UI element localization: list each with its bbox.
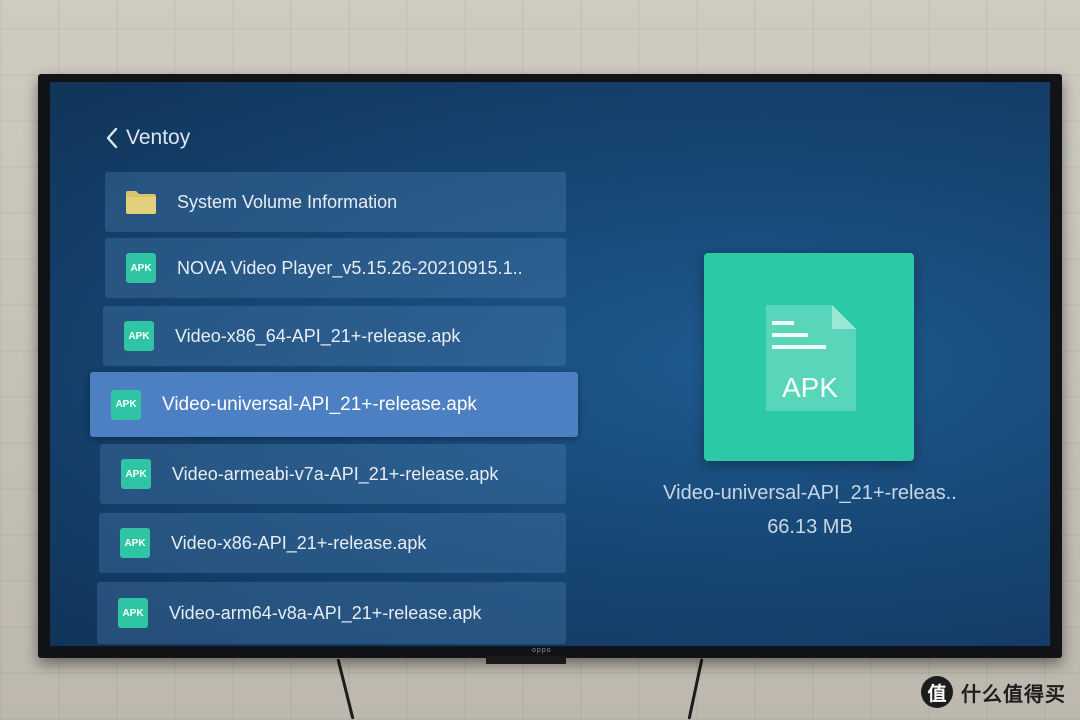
back-nav-label: Ventoy — [126, 126, 191, 149]
chevron-left-icon — [106, 127, 118, 149]
back-nav[interactable]: Ventoy — [106, 126, 190, 150]
file-item-video-x86-64[interactable]: APK Video-x86_64-API_21+-release.apk — [103, 306, 566, 366]
apk-badge: APK — [121, 459, 151, 489]
file-name: Video-universal-API_21+-release.apk — [162, 393, 477, 415]
watermark-logo-icon: 值 — [921, 676, 953, 708]
file-item-video-armeabi-v7a[interactable]: APK Video-armeabi-v7a-API_21+-release.ap… — [100, 444, 566, 504]
apk-badge: APK — [111, 389, 141, 420]
file-name: System Volume Information — [177, 191, 398, 212]
tv-frame: Ventoy System Volume Information APK NOV… — [38, 74, 1062, 658]
tv-stand — [486, 656, 566, 664]
file-name: NOVA Video Player_v5.15.26-20210915.1.. — [177, 257, 523, 278]
preview-icon-label: APK — [782, 372, 838, 403]
site-watermark: 值 什么值得买 — [921, 676, 1066, 708]
apk-badge: APK — [120, 528, 150, 558]
file-name: Video-x86-API_21+-release.apk — [171, 532, 427, 553]
file-item-video-arm64-v8a[interactable]: APK Video-arm64-v8a-API_21+-release.apk — [97, 582, 566, 644]
watermark-text: 什么值得买 — [961, 683, 1066, 706]
preview-file-size: 66.13 MB — [767, 516, 853, 538]
apk-file-icon: APK — [123, 321, 155, 351]
file-name: Video-arm64-v8a-API_21+-release.apk — [169, 602, 482, 623]
file-name: Video-x86_64-API_21+-release.apk — [175, 325, 461, 346]
apk-preview-tile: APK — [704, 253, 914, 461]
file-item-video-x86[interactable]: APK Video-x86-API_21+-release.apk — [99, 513, 566, 573]
apk-file-icon: APK — [120, 459, 152, 489]
tv-brand-logo: oppo — [532, 647, 552, 654]
apk-badge: APK — [124, 321, 154, 351]
tv-screen: Ventoy System Volume Information APK NOV… — [50, 82, 1050, 646]
apk-badge: APK — [126, 253, 156, 283]
file-item-video-universal[interactable]: APK Video-universal-API_21+-release.apk — [90, 372, 578, 437]
apk-file-icon: APK — [119, 528, 151, 558]
apk-file-icon: APK — [125, 253, 157, 283]
folder-icon — [125, 187, 157, 217]
file-item-system-volume-information[interactable]: System Volume Information — [105, 172, 566, 232]
apk-document-icon: APK — [766, 305, 856, 411]
apk-file-icon: APK — [110, 389, 142, 420]
apk-badge: APK — [118, 598, 148, 628]
apk-file-icon: APK — [117, 598, 149, 628]
preview-file-name: Video-universal-API_21+-releas.. — [663, 482, 957, 504]
file-name: Video-armeabi-v7a-API_21+-release.apk — [172, 463, 499, 484]
file-item-nova-video-player[interactable]: APK NOVA Video Player_v5.15.26-20210915.… — [105, 238, 566, 298]
